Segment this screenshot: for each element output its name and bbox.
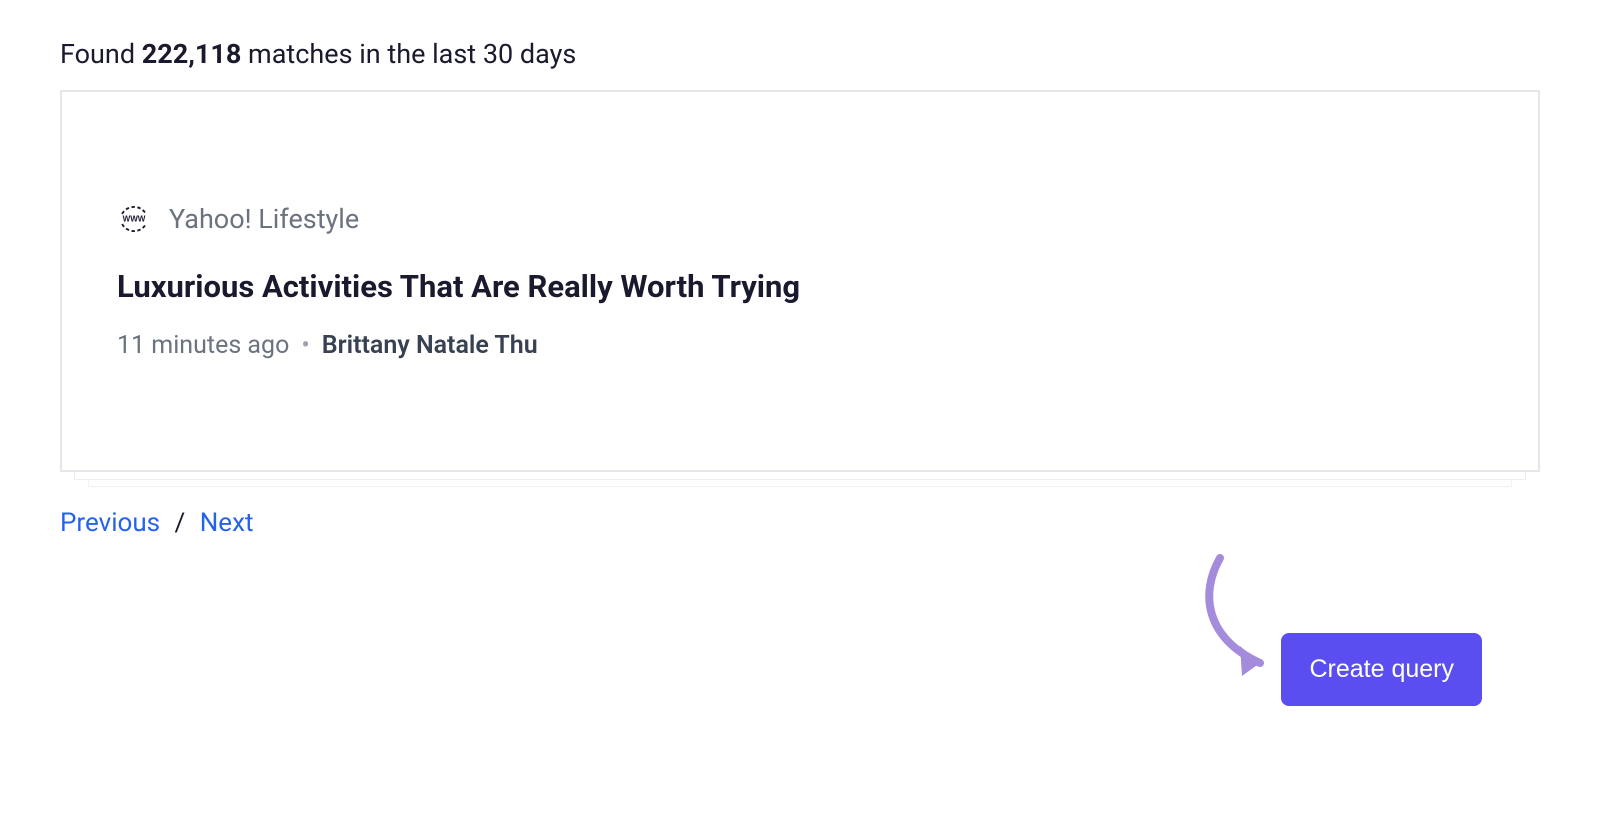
source-name: Yahoo! Lifestyle <box>169 203 359 235</box>
result-card-stack: WWW Yahoo! Lifestyle Luxurious Activitie… <box>60 90 1540 472</box>
www-icon: WWW <box>117 202 151 236</box>
pagination: Previous / Next <box>60 508 1540 538</box>
summary-prefix: Found <box>60 38 142 70</box>
create-query-button[interactable]: Create query <box>1281 633 1482 706</box>
article-author: Brittany Natale Thu <box>322 331 538 360</box>
article-title: Luxurious Activities That Are Really Wor… <box>117 268 1483 305</box>
previous-link[interactable]: Previous <box>60 508 160 538</box>
pagination-separator: / <box>175 508 186 538</box>
next-link[interactable]: Next <box>200 508 254 538</box>
cta-container: Create query <box>60 538 1540 758</box>
svg-text:WWW: WWW <box>123 215 146 224</box>
time-ago: 11 minutes ago <box>117 331 289 360</box>
result-card[interactable]: WWW Yahoo! Lifestyle Luxurious Activitie… <box>60 90 1540 472</box>
results-summary: Found 222,118 matches in the last 30 day… <box>60 38 1540 70</box>
article-meta: 11 minutes ago • Brittany Natale Thu <box>117 331 1483 360</box>
summary-suffix: matches in the last 30 days <box>241 38 576 70</box>
meta-separator-dot: • <box>301 331 309 360</box>
summary-count: 222,118 <box>142 38 242 70</box>
source-row: WWW Yahoo! Lifestyle <box>117 202 1483 236</box>
